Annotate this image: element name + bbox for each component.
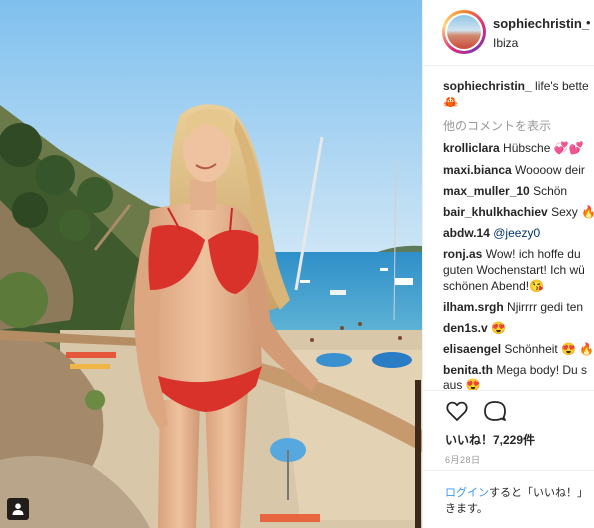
- comment-username[interactable]: abdw.14: [443, 226, 490, 240]
- comment-username[interactable]: max_muller_10: [443, 184, 530, 198]
- comment-text: Woooow deir: [515, 163, 585, 177]
- avatar-frame: [445, 13, 483, 51]
- heart-outline-icon[interactable]: [445, 399, 469, 423]
- comment-text: 😍: [491, 321, 506, 335]
- login-prompt-text: ログインすると「いいね！」 きます。: [445, 485, 594, 517]
- comment-item: ilham.srgh Njirrrr gedi ten: [443, 299, 594, 315]
- caption: sophiechristin_ life's bette: [443, 78, 594, 94]
- post-side-panel: sophiechristin_ • Ibiza sophiechristin_ …: [422, 0, 594, 528]
- comment-mention-link[interactable]: @jeezy0: [493, 226, 540, 240]
- beach-photo-illustration: [0, 0, 422, 528]
- comment-username[interactable]: bair_khulkhachiev: [443, 205, 548, 219]
- author-username[interactable]: sophiechristin_: [493, 16, 589, 31]
- comment-username[interactable]: ilham.srgh: [443, 300, 504, 314]
- comment-item: abdw.14 @jeezy0: [443, 225, 594, 241]
- comment-item: elisaengel Schönheit 😍 🔥: [443, 341, 594, 357]
- comment-text: Mega body! Du s: [496, 363, 588, 377]
- comment-text: Sexy 🔥: [551, 205, 594, 219]
- comment-username[interactable]: ronj.as: [443, 247, 482, 261]
- post-location[interactable]: Ibiza: [493, 36, 518, 50]
- login-link[interactable]: ログイン: [445, 487, 489, 499]
- comment-username[interactable]: elisaengel: [443, 342, 501, 356]
- login-prompt-line-2: きます。: [445, 503, 488, 515]
- comment-username[interactable]: maxi.bianca: [443, 163, 512, 177]
- comment-text-continued: guten Wochenstart! Ich wü: [443, 263, 585, 277]
- comment-username[interactable]: benita.th: [443, 363, 493, 377]
- caption-text: life's bette: [535, 79, 589, 93]
- avatar[interactable]: [442, 10, 486, 54]
- comment-item: ronj.as Wow! ich hoffe du: [443, 246, 594, 262]
- view-more-comments-link[interactable]: 他のコメントを表示: [443, 117, 551, 134]
- comment-item: den1s.v 😍: [443, 320, 594, 336]
- post-photo[interactable]: [0, 0, 422, 528]
- comment-username[interactable]: den1s.v: [443, 321, 488, 335]
- comment-username[interactable]: krolliclara: [443, 141, 500, 155]
- comment-text: Njirrrr gedi ten: [507, 300, 584, 314]
- comment-text: Schön: [533, 184, 568, 198]
- like-count[interactable]: いいね！7,229件: [445, 431, 535, 448]
- avatar-image: [447, 15, 481, 49]
- caption-emoji: 🦀: [443, 95, 458, 109]
- comment-text-continued: schönen Abend!😘: [443, 279, 545, 293]
- login-prompt: ログインすると「いいね！」 きます。: [423, 470, 594, 528]
- comment-text: Hübsche 💞💕: [503, 141, 584, 155]
- tag-people-button[interactable]: [7, 498, 29, 520]
- follow-dot: •: [586, 15, 591, 30]
- comment-item: maxi.bianca Woooow deir: [443, 162, 594, 178]
- post-date: 6月28日: [445, 455, 481, 465]
- login-prompt-line-1: すると「いいね！」: [489, 487, 588, 499]
- caption-username[interactable]: sophiechristin_: [443, 79, 532, 93]
- person-tag-icon: [12, 503, 24, 515]
- comment-text: Wow! ich hoffe du: [485, 247, 581, 261]
- post-header: sophiechristin_ • Ibiza: [423, 0, 594, 66]
- caption-line-2: 🦀: [443, 94, 594, 110]
- comment-text: Schönheit 😍 🔥: [504, 342, 594, 356]
- speech-bubble-icon[interactable]: [483, 399, 507, 423]
- comment-item: krolliclara Hübsche 💞💕: [443, 140, 594, 156]
- comment-item: bair_khulkhachiev Sexy 🔥: [443, 204, 594, 220]
- comment-item: max_muller_10 Schön: [443, 183, 594, 199]
- post-actions: いいね！7,229件 6月28日: [423, 390, 594, 470]
- comment-item: benita.th Mega body! Du s: [443, 362, 594, 378]
